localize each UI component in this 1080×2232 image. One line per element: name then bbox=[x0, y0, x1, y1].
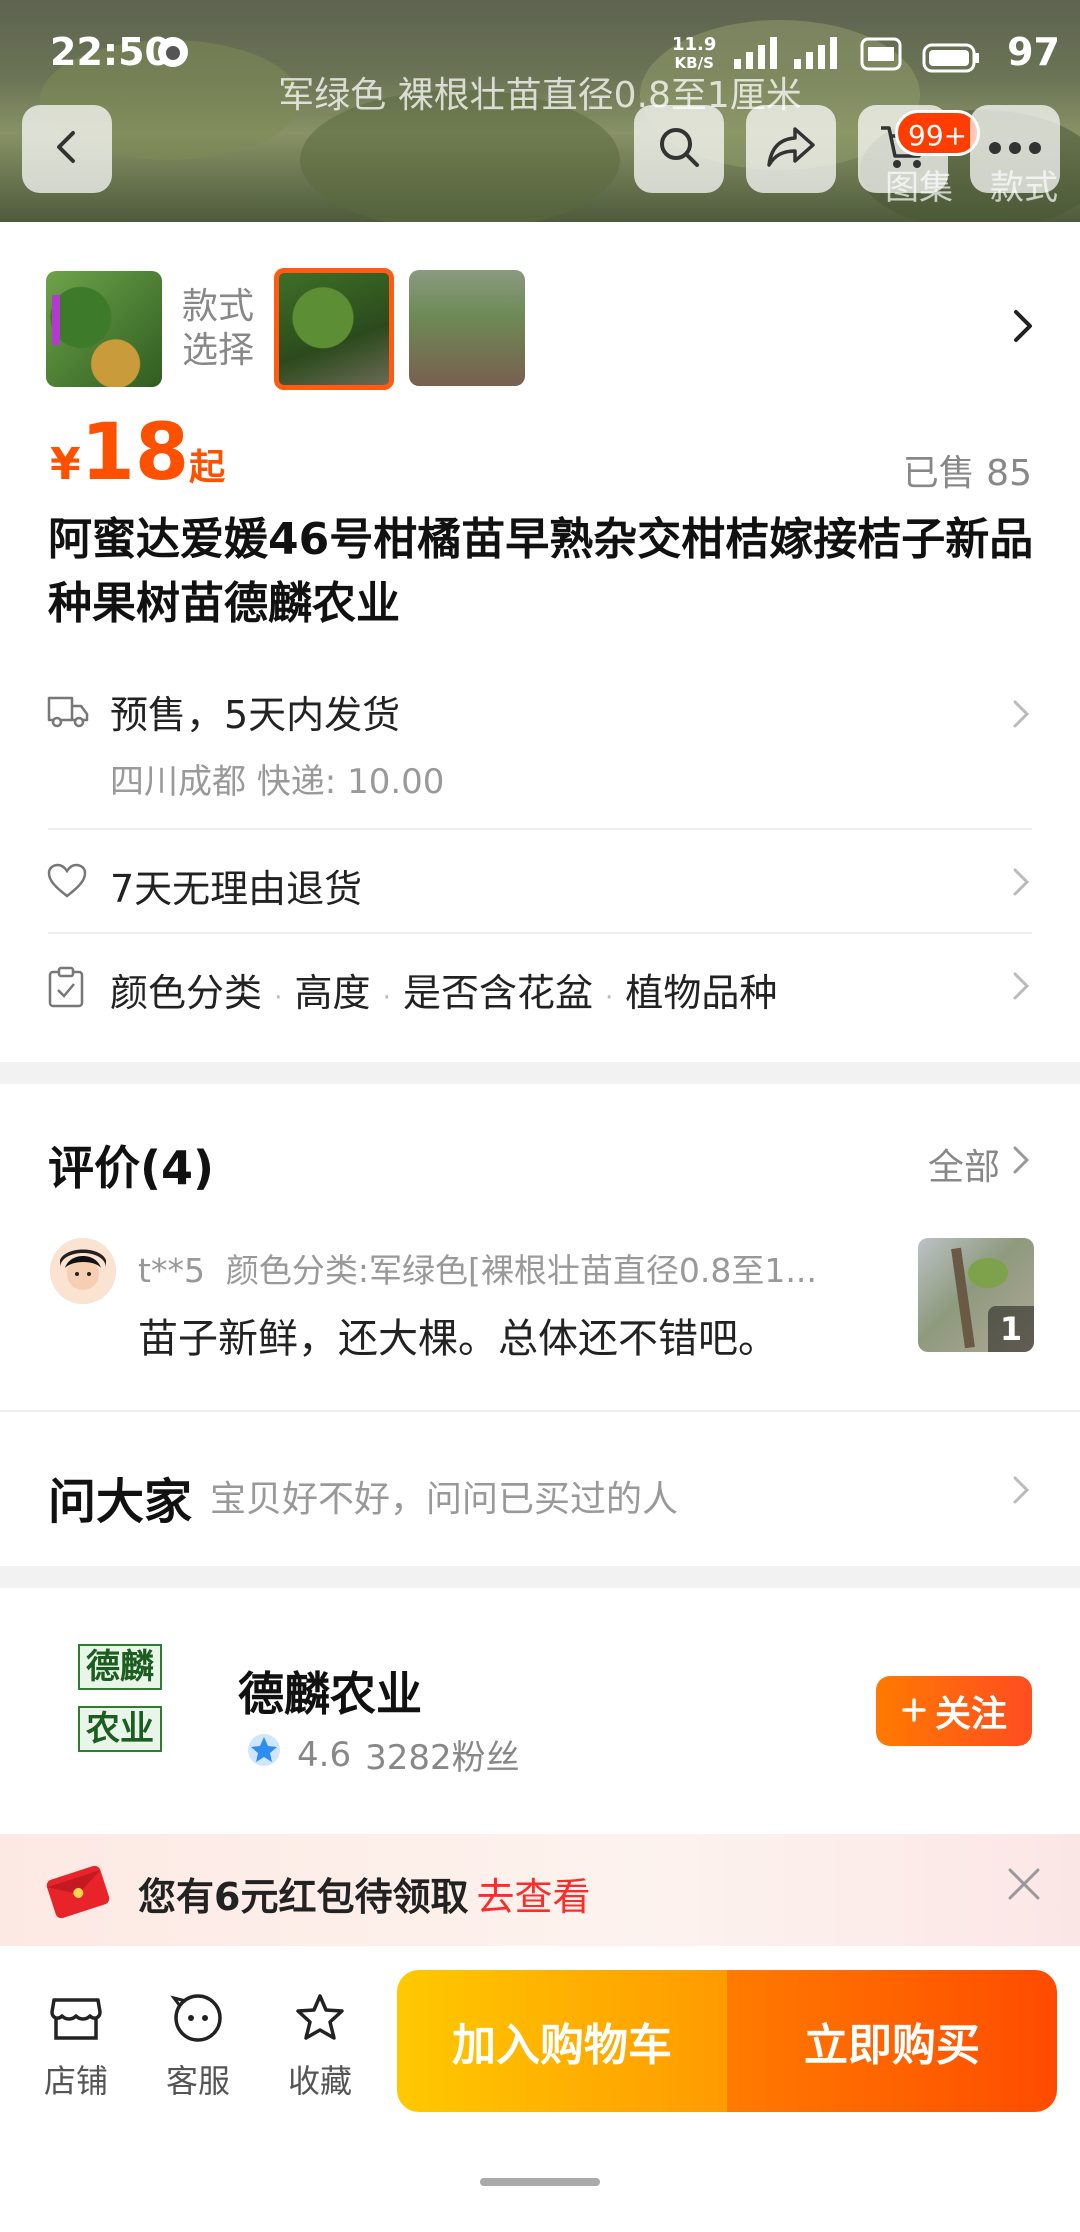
shop-fans: 3282粉丝 bbox=[365, 1738, 520, 1778]
cart-badge: 99+ bbox=[895, 110, 981, 156]
back-icon bbox=[47, 127, 87, 171]
reviewer-info: t**5 颜色分类:军绿色[裸根壮苗直径0.8至1... bbox=[138, 1251, 817, 1290]
section-gap bbox=[0, 1062, 1080, 1084]
shipping-main: 预售，5天内发货 bbox=[110, 693, 401, 737]
sku-label: 款式 选择 bbox=[182, 286, 255, 371]
sold-count: 已售 85 bbox=[902, 453, 1032, 494]
reviewer-avatar bbox=[50, 1238, 116, 1304]
returns-row[interactable]: 7天无理由退货 bbox=[0, 854, 1080, 914]
shop-name[interactable]: 德麟农业 bbox=[238, 1658, 422, 1724]
sku-thumb-3-image bbox=[409, 270, 525, 386]
price: ¥18起 bbox=[50, 408, 226, 498]
chevron-right-icon bbox=[1010, 866, 1032, 902]
favorite-tab[interactable]: 收藏 bbox=[270, 1992, 370, 2102]
chevron-right-icon[interactable] bbox=[1010, 1474, 1032, 1510]
ask-title[interactable]: 问大家 bbox=[48, 1462, 192, 1532]
divider bbox=[0, 1410, 1080, 1412]
follow-button[interactable]: 关注 bbox=[876, 1676, 1032, 1746]
params-row[interactable]: 颜色分类 · 高度 · 是否含花盆 · 植物品种 bbox=[0, 958, 1080, 1018]
clipboard-icon bbox=[46, 966, 86, 1012]
coupon-banner[interactable]: 您有6元红包待领取 去查看 bbox=[0, 1834, 1080, 1946]
service-tab[interactable]: 客服 bbox=[148, 1992, 248, 2102]
shop-meta: 4.6 3282粉丝 bbox=[245, 1730, 520, 1779]
service-icon bbox=[170, 1994, 226, 2052]
rating-icon bbox=[245, 1731, 283, 1778]
plus-icon bbox=[901, 1691, 927, 1732]
add-to-cart-button[interactable]: 加入购物车 bbox=[397, 1970, 727, 2112]
coupon-text: 您有6元红包待领取 bbox=[138, 1875, 469, 1919]
share-icon bbox=[765, 123, 817, 175]
ask-hint[interactable]: 宝贝好不好，问问已买过的人 bbox=[210, 1470, 678, 1522]
chevron-right-icon bbox=[1010, 970, 1032, 1006]
sku-thumb-1[interactable] bbox=[46, 271, 162, 387]
close-icon[interactable] bbox=[1002, 1862, 1046, 1910]
bottom-action-bar: 店铺 客服 收藏 加入购物车 立即购买 bbox=[0, 1946, 1080, 2232]
review-text: 苗子新鲜，还大棵。总体还不错吧。 bbox=[138, 1316, 778, 1362]
shipping-sub: 四川成都 快递: 10.00 bbox=[110, 762, 445, 802]
store-icon bbox=[48, 1998, 104, 2052]
divider bbox=[48, 828, 1032, 830]
params-list: 颜色分类 · 高度 · 是否含花盆 · 植物品种 bbox=[110, 971, 778, 1015]
coupon-link[interactable]: 去查看 bbox=[476, 1875, 590, 1919]
shop-rating: 4.6 bbox=[297, 1734, 352, 1775]
star-icon bbox=[292, 1994, 348, 2052]
truck-icon bbox=[46, 690, 90, 734]
search-button[interactable] bbox=[634, 105, 724, 193]
returns-text: 7天无理由退货 bbox=[110, 867, 363, 911]
more-button[interactable] bbox=[970, 105, 1060, 193]
section-gap bbox=[0, 1566, 1080, 1588]
chevron-right-icon bbox=[1010, 698, 1032, 734]
search-icon bbox=[655, 123, 703, 175]
divider bbox=[48, 932, 1032, 934]
sku-thumb-2-selected[interactable] bbox=[274, 268, 395, 390]
home-indicator[interactable] bbox=[480, 2178, 600, 2186]
review-image-count: 1 bbox=[988, 1306, 1034, 1352]
shop-logo[interactable]: 德麟 农业 bbox=[70, 1640, 200, 1770]
red-envelope-icon bbox=[42, 1864, 114, 1924]
heart-icon bbox=[46, 862, 88, 904]
store-tab[interactable]: 店铺 bbox=[26, 1992, 126, 2102]
sku-chevron-icon[interactable] bbox=[1008, 306, 1038, 350]
reviews-title: 评价(4) bbox=[48, 1141, 215, 1195]
chevron-right-icon bbox=[1010, 1144, 1032, 1185]
reviews-all-link[interactable]: 全部 bbox=[928, 1138, 1032, 1190]
review-image[interactable]: 1 bbox=[918, 1238, 1034, 1352]
back-button[interactable] bbox=[22, 105, 112, 193]
product-title: 阿蜜达爱媛46号柑橘苗早熟杂交柑桔嫁接桔子新品种果树苗德麟农业 bbox=[48, 514, 1034, 629]
buy-now-button[interactable]: 立即购买 bbox=[727, 1970, 1057, 2112]
shipping-row[interactable]: 预售，5天内发货 四川成都 快递: 10.00 bbox=[0, 680, 1080, 810]
share-button[interactable] bbox=[746, 105, 836, 193]
more-icon bbox=[988, 140, 1042, 159]
